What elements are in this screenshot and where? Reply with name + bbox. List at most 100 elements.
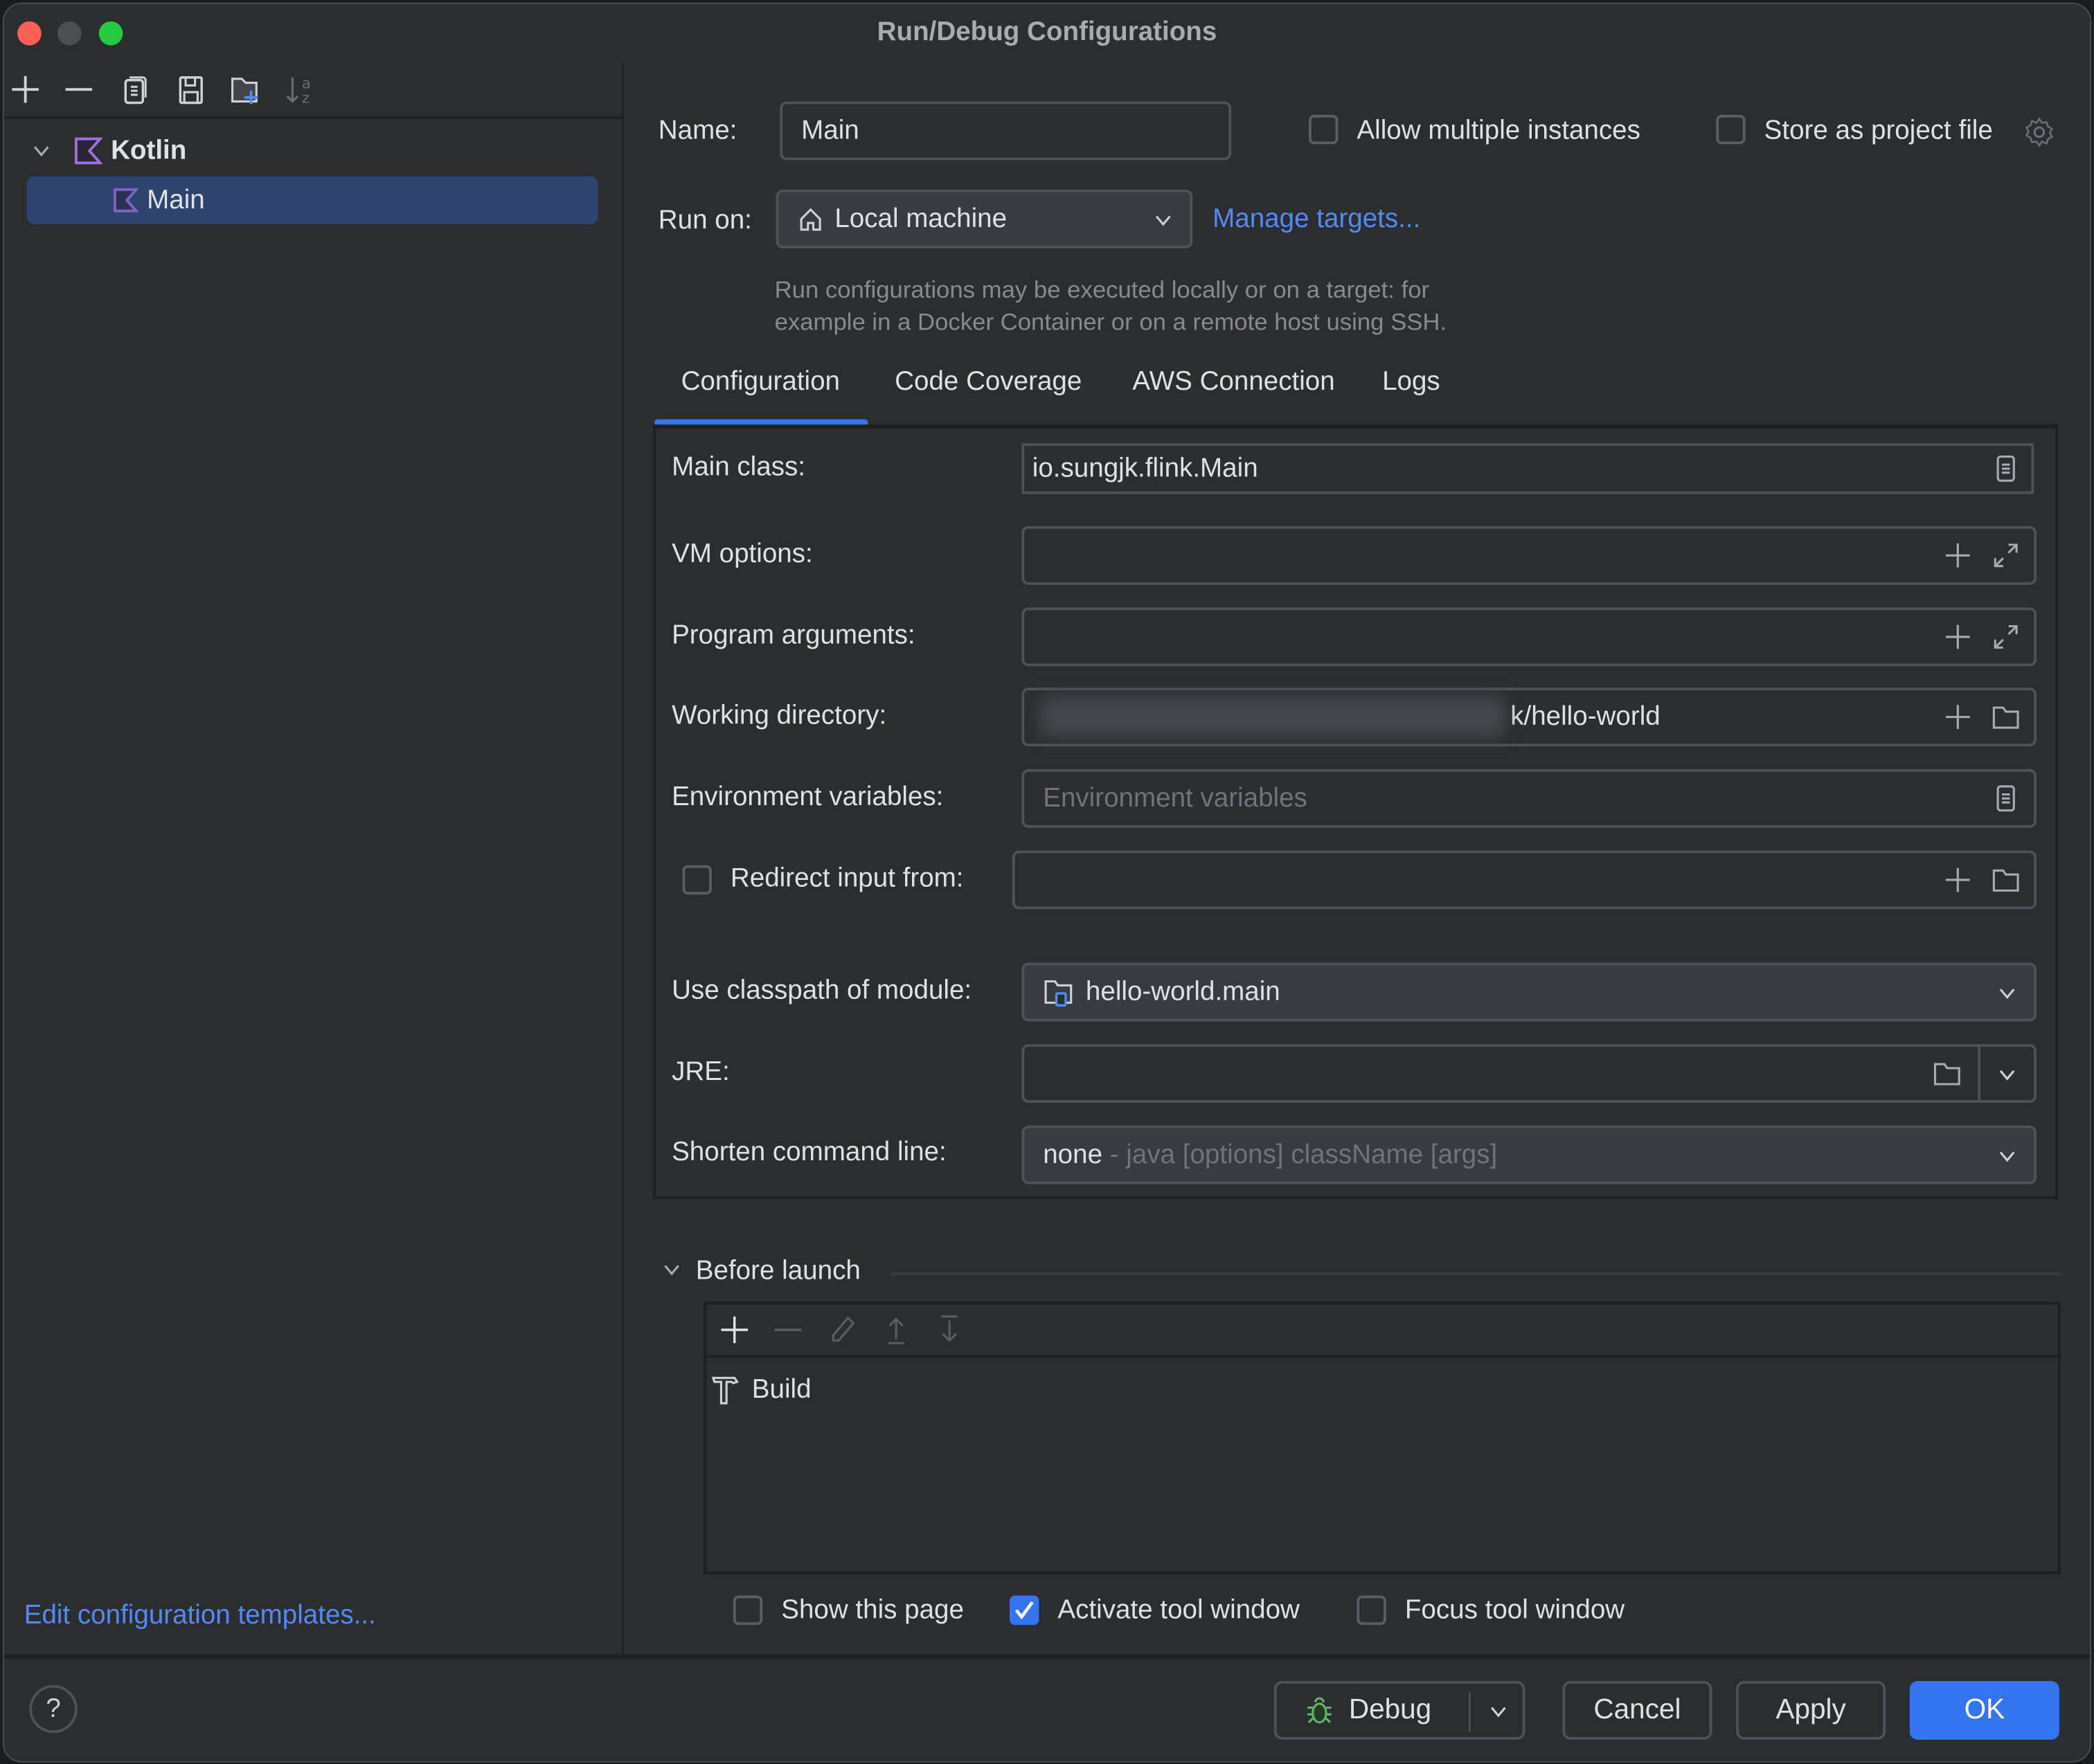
allow-multiple-instances-label: Allow multiple instances xyxy=(1357,116,1640,146)
sort-alpha-icon[interactable]: az xyxy=(285,73,316,105)
edit-icon[interactable] xyxy=(828,1315,857,1344)
show-this-page-checkbox[interactable] xyxy=(733,1595,763,1626)
svg-text:z: z xyxy=(302,89,310,105)
classpath-module-label: Use classpath of module: xyxy=(672,975,972,1006)
main-class-input[interactable]: io.sungjk.flink.Main xyxy=(1021,443,2034,494)
main-class-label: Main class: xyxy=(672,452,805,483)
chevron-down-icon[interactable] xyxy=(1487,1701,1509,1722)
run-on-dropdown[interactable]: Local machine xyxy=(776,189,1193,249)
classpath-module-dropdown[interactable]: hello-world.main xyxy=(1021,962,2037,1022)
jre-label: JRE: xyxy=(672,1057,730,1087)
kotlin-icon xyxy=(112,187,139,214)
expand-icon[interactable] xyxy=(1991,622,2020,651)
working-directory-value: k/hello-world xyxy=(1510,701,1661,731)
move-up-icon[interactable] xyxy=(882,1315,911,1344)
run-on-hint-line2: example in a Docker Container or on a re… xyxy=(774,308,1447,336)
sidebar-toolbar: az xyxy=(3,63,623,119)
redirect-input-field[interactable] xyxy=(1012,850,2037,910)
gear-icon[interactable] xyxy=(2023,116,2055,148)
redirect-input-label: Redirect input from: xyxy=(730,863,964,894)
name-input[interactable]: Main xyxy=(780,101,1232,161)
footer-separator xyxy=(3,1654,2091,1659)
activate-tool-window-checkbox[interactable] xyxy=(1009,1595,1039,1626)
tab-code-coverage[interactable]: Code Coverage xyxy=(895,367,1082,397)
plus-icon[interactable] xyxy=(1943,702,1972,731)
stage: Run/Debug Configurations az Kotlin Main … xyxy=(0,0,2094,1764)
save-icon[interactable] xyxy=(175,73,207,105)
help-button[interactable]: ? xyxy=(29,1684,78,1734)
plus-icon[interactable] xyxy=(1943,865,1972,894)
run-debug-dialog: Run/Debug Configurations az Kotlin Main … xyxy=(2,2,2092,1763)
cancel-button[interactable]: Cancel xyxy=(1562,1681,1712,1740)
store-as-project-file-checkbox[interactable] xyxy=(1716,114,1746,145)
environment-variables-label: Environment variables: xyxy=(672,782,944,812)
hammer-icon xyxy=(709,1374,741,1405)
chevron-down-icon[interactable] xyxy=(30,140,57,161)
chevron-down-icon[interactable] xyxy=(661,1259,683,1281)
debug-label: Debug xyxy=(1348,1694,1432,1725)
manage-targets-link[interactable]: Manage targets... xyxy=(1212,204,1420,235)
program-arguments-input[interactable] xyxy=(1021,607,2037,667)
home-icon xyxy=(797,206,824,233)
tree-group-kotlin[interactable]: Kotlin xyxy=(30,127,591,174)
environment-variables-input[interactable]: Environment variables xyxy=(1021,768,2037,828)
apply-button[interactable]: Apply xyxy=(1736,1681,1886,1740)
dialog-title: Run/Debug Configurations xyxy=(877,17,1217,47)
tree-group-label: Kotlin xyxy=(111,135,187,165)
jre-input[interactable] xyxy=(1021,1044,2037,1103)
before-launch-list: Build xyxy=(704,1302,2061,1574)
ok-button[interactable]: OK xyxy=(1909,1681,2059,1740)
debug-split-button[interactable]: Debug xyxy=(1273,1681,1525,1740)
run-on-hint-line1: Run configurations may be executed local… xyxy=(774,276,1430,303)
shorten-command-line-hint: - java [options] className [args] xyxy=(1102,1140,1498,1169)
jre-divider xyxy=(1978,1046,1981,1101)
focus-tool-window-label: Focus tool window xyxy=(1404,1595,1625,1626)
run-on-value: Local machine xyxy=(834,204,1008,233)
module-folder-icon xyxy=(1043,976,1075,1008)
browse-list-icon[interactable] xyxy=(1991,454,2020,483)
chevron-down-icon xyxy=(1996,982,2018,1004)
run-on-label: Run on: xyxy=(658,205,752,235)
store-as-project-file-label: Store as project file xyxy=(1764,116,1993,146)
redacted-path xyxy=(1040,696,1505,737)
tree-item-main[interactable]: Main xyxy=(26,176,598,224)
task-label: Build xyxy=(751,1374,812,1404)
new-folder-icon[interactable] xyxy=(229,73,260,105)
minus-icon[interactable] xyxy=(773,1315,803,1344)
bug-icon xyxy=(1303,1694,1335,1726)
shorten-command-line-dropdown[interactable]: none - java [options] className [args] xyxy=(1021,1125,2037,1185)
redirect-input-checkbox[interactable] xyxy=(682,865,712,895)
folder-icon[interactable] xyxy=(1991,865,2020,894)
copy-icon[interactable] xyxy=(119,73,151,105)
classpath-module-value: hello-world.main xyxy=(1085,976,1280,1007)
checkmark-icon xyxy=(1014,1601,1034,1620)
before-launch-separator xyxy=(891,1272,2061,1275)
tab-logs[interactable]: Logs xyxy=(1382,367,1440,397)
tab-aws-connection[interactable]: AWS Connection xyxy=(1132,367,1334,397)
edit-configuration-templates-link[interactable]: Edit configuration templates... xyxy=(24,1601,376,1631)
focus-tool-window-checkbox[interactable] xyxy=(1357,1595,1386,1626)
working-directory-input[interactable]: k/hello-world xyxy=(1021,687,2037,747)
folder-icon[interactable] xyxy=(1991,702,2020,731)
plus-icon[interactable] xyxy=(1943,541,1972,570)
minus-icon[interactable] xyxy=(63,73,95,105)
allow-multiple-instances-checkbox[interactable] xyxy=(1308,114,1339,145)
main-class-value: io.sungjk.flink.Main xyxy=(1032,453,1258,483)
chevron-down-icon[interactable] xyxy=(1996,1064,2018,1086)
before-launch-task-build[interactable]: Build xyxy=(709,1374,812,1405)
debug-divider xyxy=(1469,1691,1471,1732)
plus-icon[interactable] xyxy=(719,1315,749,1344)
plus-icon[interactable] xyxy=(9,73,41,105)
vm-options-input[interactable] xyxy=(1021,525,2037,585)
plus-icon[interactable] xyxy=(1943,622,1972,651)
expand-icon[interactable] xyxy=(1991,541,2020,570)
chevron-down-icon xyxy=(1152,210,1174,231)
name-value: Main xyxy=(801,115,859,145)
before-launch-title: Before launch xyxy=(695,1256,861,1286)
tab-configuration[interactable]: Configuration xyxy=(681,367,840,397)
move-down-icon[interactable] xyxy=(935,1315,964,1344)
run-on-hint: Run configurations may be executed local… xyxy=(775,273,1447,338)
activate-tool-window-label: Activate tool window xyxy=(1057,1595,1300,1626)
browse-list-icon[interactable] xyxy=(1991,784,2020,813)
folder-icon[interactable] xyxy=(1933,1059,1962,1088)
